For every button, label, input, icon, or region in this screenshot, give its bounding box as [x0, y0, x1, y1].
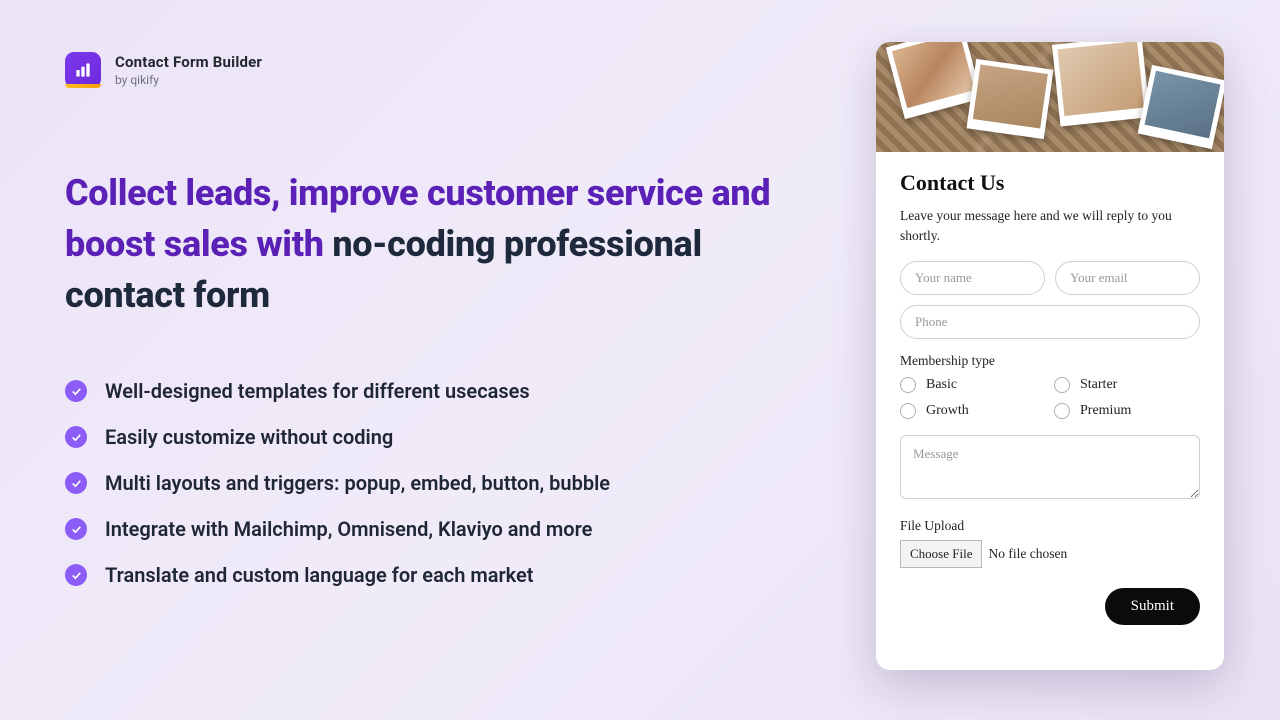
radio-label: Basic [926, 377, 957, 393]
check-icon [65, 564, 87, 586]
membership-label: Membership type [900, 353, 1200, 369]
radio-icon [1054, 403, 1070, 419]
phone-input[interactable] [900, 305, 1200, 339]
brand-subtitle: by qikify [115, 73, 262, 87]
membership-option-starter[interactable]: Starter [1054, 377, 1200, 393]
file-upload-label: File Upload [900, 518, 1200, 534]
name-input[interactable] [900, 261, 1045, 295]
feature-text: Easily customize without coding [105, 425, 393, 449]
brand-block: Contact Form Builder by qikify [65, 52, 840, 88]
form-hero-image [876, 42, 1224, 152]
check-icon [65, 380, 87, 402]
submit-button[interactable]: Submit [1105, 588, 1200, 625]
feature-item: Integrate with Mailchimp, Omnisend, Klav… [65, 517, 840, 541]
page-headline: Collect leads, improve customer service … [65, 168, 805, 321]
check-icon [65, 518, 87, 540]
file-status: No file chosen [988, 546, 1067, 562]
radio-label: Starter [1080, 377, 1117, 393]
membership-option-growth[interactable]: Growth [900, 403, 1046, 419]
radio-label: Growth [926, 403, 969, 419]
feature-text: Well-designed templates for different us… [105, 379, 530, 403]
feature-item: Translate and custom language for each m… [65, 563, 840, 587]
message-textarea[interactable] [900, 435, 1200, 499]
feature-item: Well-designed templates for different us… [65, 379, 840, 403]
radio-icon [1054, 377, 1070, 393]
check-icon [65, 472, 87, 494]
brand-title: Contact Form Builder [115, 53, 262, 71]
feature-list: Well-designed templates for different us… [65, 379, 840, 587]
feature-text: Multi layouts and triggers: popup, embed… [105, 471, 610, 495]
radio-label: Premium [1080, 403, 1131, 419]
form-title: Contact Us [900, 170, 1200, 196]
contact-form-card: Contact Us Leave your message here and w… [876, 42, 1224, 670]
membership-option-premium[interactable]: Premium [1054, 403, 1200, 419]
feature-text: Integrate with Mailchimp, Omnisend, Klav… [105, 517, 592, 541]
feature-item: Multi layouts and triggers: popup, embed… [65, 471, 840, 495]
check-icon [65, 426, 87, 448]
brand-logo-icon [65, 52, 101, 88]
radio-icon [900, 403, 916, 419]
email-input[interactable] [1055, 261, 1200, 295]
radio-icon [900, 377, 916, 393]
feature-item: Easily customize without coding [65, 425, 840, 449]
feature-text: Translate and custom language for each m… [105, 563, 534, 587]
membership-options: Basic Starter Growth Premium [900, 377, 1200, 419]
form-description: Leave your message here and we will repl… [900, 206, 1200, 247]
choose-file-button[interactable]: Choose File [900, 540, 982, 568]
membership-option-basic[interactable]: Basic [900, 377, 1046, 393]
